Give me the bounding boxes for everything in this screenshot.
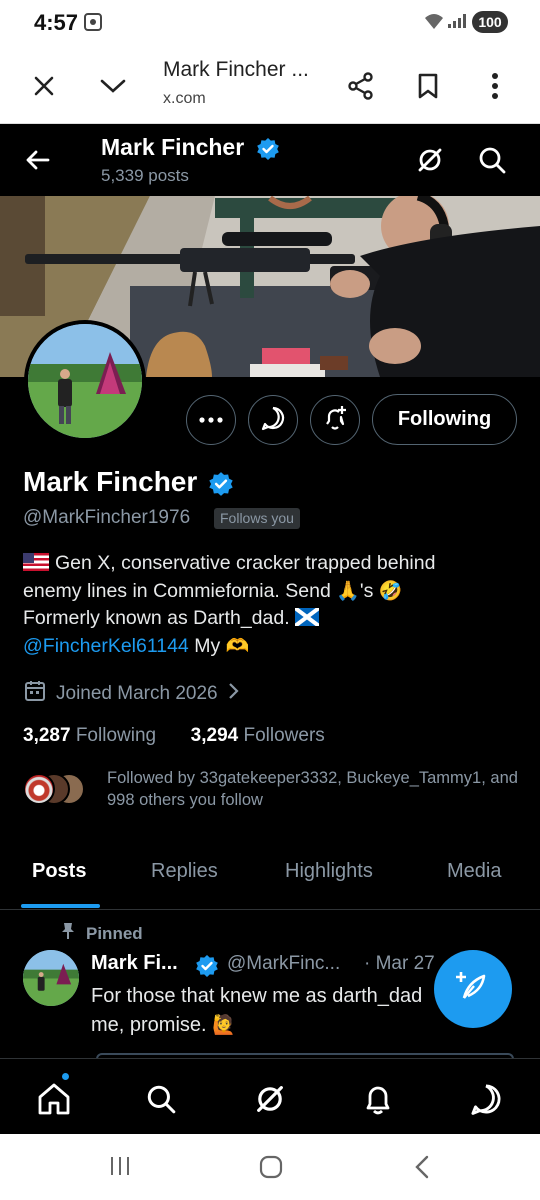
post-text-line-1: For those that knew me as darth_dad <box>91 985 423 1007</box>
avatar <box>23 773 55 805</box>
profile-avatar[interactable] <box>24 320 146 442</box>
bio-line-1: Gen X, conservative cracker trapped behi… <box>55 552 436 574</box>
post-avatar[interactable] <box>23 950 79 1006</box>
signal-icon <box>448 14 466 28</box>
profile-tabs: Posts Replies Highlights Media <box>0 840 540 910</box>
heart-hands-icon: 🫶 <box>225 634 250 657</box>
followed-by-avatars[interactable] <box>23 773 93 809</box>
bio-line-2b: 's <box>359 579 374 602</box>
browser-toolbar: Mark Fincher ... x.com <box>0 46 540 124</box>
close-icon[interactable] <box>24 66 64 106</box>
calendar-icon <box>24 680 46 708</box>
profile-header-bar: Mark Fincher 5,339 posts <box>0 124 540 196</box>
wifi-icon <box>424 12 444 35</box>
person-raising-hand-icon: 🙋 <box>212 1014 236 1036</box>
tab-highlights[interactable]: Highlights <box>285 860 373 883</box>
messages-icon[interactable] <box>466 1079 506 1119</box>
search-icon[interactable] <box>141 1079 181 1119</box>
more-vert-icon[interactable] <box>475 66 515 106</box>
back-arrow-icon[interactable] <box>22 144 54 176</box>
post-author-name[interactable]: Mark Fi... <box>91 952 178 975</box>
chevron-right-icon <box>228 682 240 706</box>
header-name: Mark Fincher <box>101 134 245 160</box>
profile-bio: Gen X, conservative cracker trapped behi… <box>23 550 523 660</box>
followed-by-text[interactable]: Followed by 33gatekeeper3332, Buckeye_Ta… <box>107 767 527 811</box>
chevron-down-icon[interactable] <box>93 66 133 106</box>
back-chevron-icon[interactable] <box>412 1154 432 1185</box>
tab-media[interactable]: Media <box>447 860 501 883</box>
following-button[interactable]: Following <box>372 394 517 445</box>
home-notification-dot <box>60 1071 71 1082</box>
recent-apps-icon[interactable] <box>108 1154 132 1183</box>
verified-badge-icon <box>195 954 219 983</box>
more-options-button[interactable] <box>186 395 236 445</box>
bio-line-2a: enemy lines in Commiefornia. Send <box>23 579 331 602</box>
bell-plus-icon <box>321 404 349 437</box>
laughing-face-icon: 🤣 <box>378 579 403 602</box>
tab-replies[interactable]: Replies <box>151 860 218 883</box>
pinned-label-row: Pinned <box>60 922 143 945</box>
tab-posts[interactable]: Posts <box>32 860 86 883</box>
post-text[interactable]: For those that knew me as darth_dad me, … <box>91 982 451 1040</box>
system-navigation-bar <box>0 1134 540 1200</box>
grok-icon[interactable] <box>250 1079 290 1119</box>
followers-stat[interactable]: 3,294 Followers <box>191 725 325 746</box>
browser-url: x.com <box>163 90 206 107</box>
browser-page-title: Mark Fincher ... <box>163 58 309 81</box>
posts-count: 5,339 posts <box>101 166 189 185</box>
following-count: 3,287 <box>23 725 71 746</box>
follows-you-badge: Follows you <box>214 508 300 529</box>
bio-mention-link[interactable]: @FincherKel61144 <box>23 635 189 657</box>
feather-plus-icon <box>454 968 492 1011</box>
follow-stats: 3,287 Following 3,294 Followers <box>23 725 325 747</box>
status-bar: 4:57 100 <box>0 0 540 46</box>
praying-hands-icon: 🙏 <box>336 579 360 602</box>
active-tab-indicator <box>21 904 100 908</box>
profile-handle: @MarkFincher1976 <box>23 507 191 528</box>
profile-name: Mark Fincher <box>23 466 198 497</box>
pin-icon <box>60 922 76 945</box>
followers-label: Followers <box>243 725 325 746</box>
us-flag-icon <box>23 553 49 571</box>
notifications-subscribe-button[interactable] <box>310 395 360 445</box>
message-button[interactable] <box>248 395 298 445</box>
post-text-line-2: me, promise. <box>91 1014 207 1036</box>
joined-date-row[interactable]: Joined March 2026 <box>24 680 240 708</box>
verified-badge-icon <box>208 471 234 502</box>
following-label: Following <box>75 725 157 746</box>
post-author-handle: @MarkFinc... <box>227 953 341 974</box>
pinned-label: Pinned <box>86 923 143 943</box>
search-icon[interactable] <box>477 145 507 180</box>
scotland-flag-icon <box>295 608 320 626</box>
home-circle-icon[interactable] <box>258 1154 284 1185</box>
notifications-bell-icon[interactable] <box>358 1079 398 1119</box>
bookmark-icon[interactable] <box>408 66 448 106</box>
screen-record-icon <box>84 13 102 31</box>
post-date: · Mar 27 <box>364 953 435 974</box>
message-bubble-icon <box>260 405 286 436</box>
grok-icon[interactable] <box>415 145 445 180</box>
bio-line-3: Formerly known as Darth_dad. <box>23 607 290 629</box>
joined-date: Joined March 2026 <box>56 683 218 704</box>
compose-post-button[interactable] <box>434 950 512 1028</box>
bottom-navigation <box>0 1058 540 1134</box>
followers-count: 3,294 <box>190 725 239 746</box>
following-stat[interactable]: 3,287 Following <box>23 725 156 746</box>
bio-line-4: My <box>194 634 221 657</box>
battery-indicator: 100 <box>472 11 508 33</box>
home-icon[interactable] <box>34 1079 74 1119</box>
share-icon[interactable] <box>341 66 381 106</box>
status-time: 4:57 <box>34 10 79 35</box>
verified-badge-icon <box>256 137 280 166</box>
